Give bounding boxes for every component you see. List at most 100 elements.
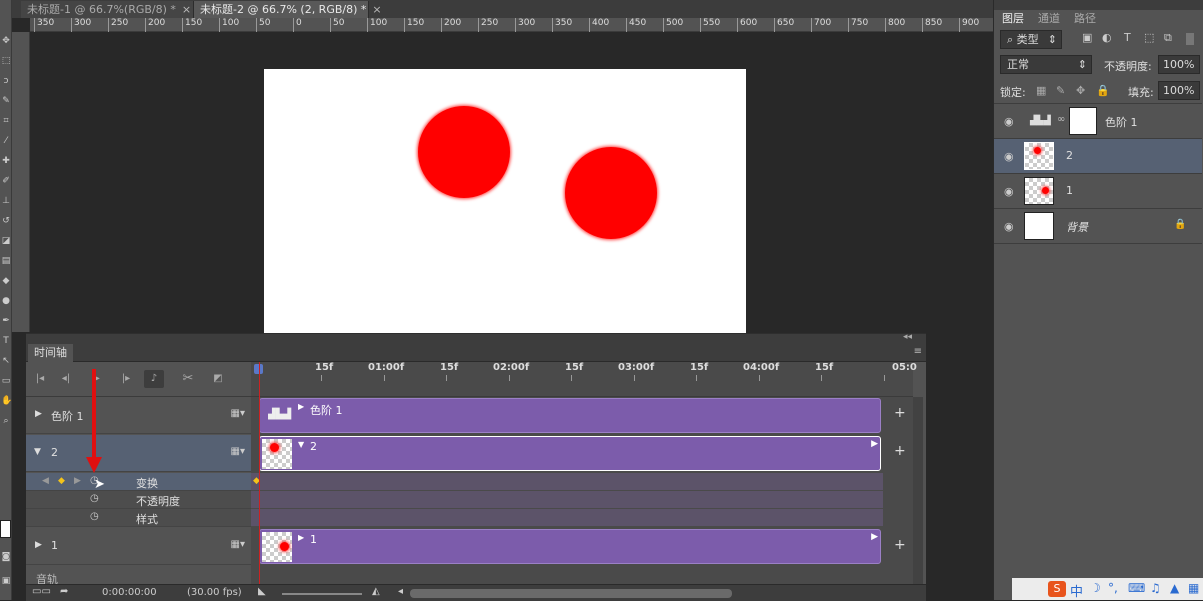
timeline-layer-row-partial[interactable]: 音轨 — [26, 566, 251, 586]
prev-keyframe-icon[interactable]: ◀ — [42, 476, 49, 486]
ime-mode-label[interactable]: 中 — [1070, 581, 1083, 600]
next-frame-icon[interactable]: |▸ — [116, 370, 136, 388]
lock-position-icon[interactable]: ✥ — [1076, 84, 1085, 97]
tab-paths[interactable]: 路径 — [1070, 10, 1100, 27]
punctuation-icon[interactable]: °, — [1108, 581, 1118, 595]
property-track[interactable] — [251, 509, 883, 527]
document-canvas[interactable] — [264, 69, 746, 333]
go-to-first-frame-icon[interactable]: |◂ — [30, 370, 50, 388]
timeline-layer-row[interactable]: ▶ 1 ▦▾ — [26, 528, 251, 565]
quick-select-tool-icon[interactable]: ✎ — [1, 96, 11, 106]
film-strip-icon[interactable]: ▦▾ — [231, 539, 245, 550]
gradient-tool-icon[interactable]: ▤ — [1, 256, 11, 266]
crop-tool-icon[interactable]: ⌗ — [1, 116, 11, 126]
close-icon[interactable]: × — [372, 3, 381, 16]
collapse-icon[interactable]: ◂◂ — [903, 332, 912, 342]
quick-mask-icon[interactable]: ◙ — [1, 552, 11, 562]
lock-transparent-icon[interactable]: ▦ — [1036, 84, 1046, 97]
render-video-icon[interactable]: ▭▭ — [32, 586, 51, 597]
horizontal-scrollbar[interactable] — [410, 589, 732, 598]
add-media-icon[interactable]: + — [894, 405, 906, 421]
transition-icon[interactable]: ◩ — [208, 370, 228, 388]
skin-icon[interactable]: ▲ — [1170, 581, 1179, 595]
dodge-tool-icon[interactable]: ● — [1, 296, 11, 306]
keyframe-diamond-icon[interactable]: ◆ — [58, 476, 65, 486]
zoom-in-icon[interactable]: ◭ — [372, 586, 380, 597]
opacity-input[interactable]: 100% — [1158, 55, 1200, 74]
marquee-tool-icon[interactable]: ⬚ — [1, 56, 11, 66]
eye-icon[interactable]: ◉ — [1004, 220, 1014, 233]
hand-tool-icon[interactable]: ✋ — [1, 396, 12, 406]
moon-icon[interactable]: ☽ — [1090, 581, 1101, 595]
clip-end-handle-icon[interactable]: ▶ — [871, 439, 878, 449]
zoom-out-icon[interactable]: ◣ — [258, 586, 266, 597]
smart-object-filter-icon[interactable]: ⧉ — [1164, 31, 1172, 45]
eye-icon[interactable]: ◉ — [1004, 185, 1014, 198]
scroll-left-icon[interactable]: ◂ — [398, 586, 403, 597]
clip-end-handle-icon[interactable]: ▶ — [871, 532, 878, 542]
add-media-icon[interactable]: + — [894, 537, 906, 553]
mask-thumbnail[interactable] — [1069, 107, 1097, 135]
zoom-tool-icon[interactable]: ⌕ — [1, 416, 11, 426]
foreground-color-swatch[interactable] — [0, 520, 11, 538]
film-strip-icon[interactable]: ▦▾ — [231, 446, 245, 457]
timeline-layer-row[interactable]: ▶ 色阶 1 ▦▾ — [26, 397, 251, 434]
timeline-tab[interactable]: 时间轴 — [28, 344, 73, 362]
split-scissors-icon[interactable]: ✂ — [178, 370, 198, 388]
toolbox-icon[interactable]: ▦ — [1188, 581, 1199, 595]
tab-channels[interactable]: 通道 — [1034, 10, 1064, 27]
property-row-opacity[interactable]: ◷ 不透明度 — [26, 491, 251, 509]
panel-menu-icon[interactable]: ≡ — [914, 346, 922, 357]
layer-row[interactable]: ◉ ▟▙▟ ∞ 色阶 1 — [994, 104, 1202, 139]
audio-icon[interactable]: ♪ — [144, 370, 164, 388]
expand-arrow-icon[interactable]: ▶ — [35, 409, 42, 419]
layer-clip[interactable]: ▟▙▟ ▶ 色阶 1 — [259, 398, 881, 433]
eye-icon[interactable]: ◉ — [1004, 115, 1014, 128]
adjustment-filter-icon[interactable]: ◐ — [1102, 31, 1112, 44]
time-ruler[interactable]: 15f 01:00f 15f 02:00f 15f 03:00f 15f 04:… — [251, 362, 917, 397]
vertical-scrollbar[interactable] — [913, 397, 923, 584]
previous-frame-icon[interactable]: ◂| — [56, 370, 76, 388]
eye-icon[interactable]: ◉ — [1004, 150, 1014, 163]
property-row-style[interactable]: ◷ 样式 — [26, 509, 251, 527]
filter-kind-select[interactable]: ⌕ 类型 ⇕ — [1000, 30, 1062, 49]
close-icon[interactable]: × — [182, 3, 191, 16]
sogou-logo-icon[interactable]: S — [1048, 581, 1066, 597]
expand-arrow-icon[interactable]: ▶ — [35, 540, 42, 550]
layer-row-selected[interactable]: ◉ 2 — [994, 139, 1202, 174]
doc-tab-2[interactable]: 未标题-2 @ 66.7% (2, RGB/8) * × — [194, 1, 382, 18]
filter-toggle[interactable] — [1186, 33, 1194, 45]
type-filter-icon[interactable]: T — [1124, 31, 1131, 44]
next-keyframe-icon[interactable]: ▶ — [74, 476, 81, 486]
clip-arrow-icon[interactable]: ▼ — [298, 440, 304, 449]
add-media-icon[interactable]: + — [894, 443, 906, 459]
clip-arrow-icon[interactable]: ▶ — [298, 402, 304, 411]
layer-row[interactable]: ◉ 背景 🔒 — [994, 209, 1202, 244]
zoom-slider[interactable] — [282, 593, 362, 595]
layer-clip-selected[interactable]: ▼ 2 ▶ — [259, 436, 881, 471]
film-strip-icon[interactable]: ▦▾ — [231, 408, 245, 419]
shape-tool-icon[interactable]: ▭ — [1, 376, 11, 386]
property-track[interactable]: ◆ — [251, 473, 883, 491]
brush-tool-icon[interactable]: ✐ — [1, 176, 11, 186]
stopwatch-icon[interactable]: ◷ — [90, 493, 99, 504]
keyboard-icon[interactable]: ⌨ — [1128, 581, 1145, 595]
voice-icon[interactable]: ♫ — [1150, 581, 1161, 595]
collapse-arrow-icon[interactable]: ▼ — [34, 447, 41, 457]
stopwatch-icon[interactable]: ◷ — [90, 511, 99, 522]
pen-tool-icon[interactable]: ✒ — [1, 316, 11, 326]
layer-row[interactable]: ◉ 1 — [994, 174, 1202, 209]
type-tool-icon[interactable]: T — [1, 336, 11, 346]
eyedropper-tool-icon[interactable]: ⁄ — [1, 136, 11, 146]
link-icon[interactable]: ∞ — [1057, 114, 1065, 125]
image-filter-icon[interactable]: ▣ — [1082, 31, 1092, 44]
timeline-layer-row-selected[interactable]: ▼ 2 ▦▾ — [26, 435, 251, 472]
eraser-tool-icon[interactable]: ◪ — [1, 236, 11, 246]
lock-all-icon[interactable]: 🔒 — [1096, 84, 1110, 97]
doc-tab-1[interactable]: 未标题-1 @ 66.7%(RGB/8) * × — [21, 1, 194, 18]
fill-input[interactable]: 100% — [1158, 81, 1200, 100]
lasso-tool-icon[interactable]: ↄ — [1, 76, 11, 86]
convert-icon[interactable]: ➦ — [60, 586, 68, 597]
history-brush-icon[interactable]: ↺ — [1, 216, 11, 226]
move-tool-icon[interactable]: ✥ — [1, 36, 11, 46]
